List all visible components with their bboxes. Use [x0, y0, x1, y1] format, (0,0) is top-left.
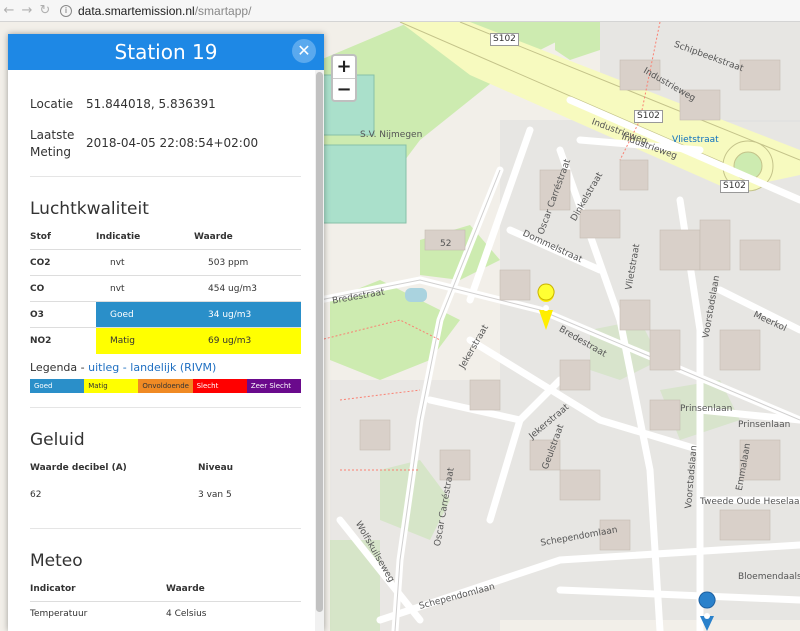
zoom-in-button[interactable]: +: [333, 56, 355, 78]
url-path: /smartapp/: [194, 3, 252, 18]
indication-cell: nvt: [96, 275, 194, 302]
panel-body: Locatie 51.844018, 5.836391 Laatste Meti…: [8, 70, 315, 627]
explanation-link[interactable]: uitleg: [88, 361, 119, 374]
air-quality-table: Stof Indicatie Waarde CO2 nvt 503 ppm CO…: [30, 225, 301, 354]
measurement-label-line1: Laatste: [30, 128, 75, 142]
table-row: 62 3 van 5: [30, 480, 301, 510]
legend-separator: -: [122, 360, 127, 374]
legend-item-matig: Matig: [84, 378, 139, 393]
legend-item-onvoldoende: Onvoldoende: [138, 378, 193, 393]
road-badge: S102: [720, 180, 749, 193]
table-header: Stof Indicatie Waarde: [30, 225, 301, 250]
map-label: Prinsenlaan: [680, 404, 733, 414]
legend-item-goed: Goed: [30, 378, 85, 393]
close-icon[interactable]: ✕: [292, 39, 316, 63]
legend-item-zeer-slecht: Zeer Slecht: [246, 378, 302, 393]
column-header: Waarde: [194, 232, 233, 242]
substance-cell: CO2: [30, 249, 96, 276]
measurement-label-line2: Meting: [30, 145, 71, 159]
table-row: O3 Goed 34 ug/m3: [30, 301, 301, 328]
column-header: Waarde: [166, 583, 205, 594]
substance-cell: CO: [30, 275, 96, 302]
air-quality-title: Luchtkwaliteit: [30, 199, 149, 219]
table-header: Waarde decibel (A) Niveau: [30, 456, 301, 480]
table-header: Indicator Waarde: [30, 577, 301, 602]
substance-cell: NO2: [30, 327, 96, 354]
substance-cell: O3: [30, 301, 96, 328]
value-cell: 503 ppm: [194, 249, 301, 276]
table-row: Temperatuur 4 Celsius: [30, 600, 301, 627]
url-host: data.smartemission.nl: [78, 3, 195, 18]
browser-toolbar: ← → ↻ i data.smartemission.nl/smartapp/: [0, 0, 800, 22]
value-cell: 34 ug/m3: [194, 301, 301, 328]
indicator-cell: Temperatuur: [30, 600, 166, 627]
legend-label: Legenda -: [30, 360, 85, 374]
scroll-thumb[interactable]: [316, 72, 323, 612]
map-label: Vlietstraat: [672, 135, 719, 145]
back-icon[interactable]: ←: [0, 0, 18, 22]
meteo-table: Indicator Waarde Temperatuur 4 Celsius: [30, 577, 301, 627]
measurement-row: Laatste Meting 2018-04-05 22:08:54+02:00: [30, 127, 301, 161]
location-label: Locatie: [30, 97, 74, 111]
noise-title: Geluid: [30, 429, 85, 450]
column-header: Niveau: [198, 462, 234, 473]
indication-cell: Matig: [96, 327, 194, 354]
value-cell: 454 ug/m3: [194, 275, 301, 302]
level-cell: 3 van 5: [198, 489, 232, 500]
map-label: S.V. Nijmegen: [360, 130, 423, 140]
measurement-value: 2018-04-05 22:08:54+02:00: [86, 136, 259, 150]
location-row: Locatie 51.844018, 5.836391: [30, 96, 301, 113]
map-label: Bloemendaalseweg: [738, 572, 800, 582]
table-row: CO nvt 454 ug/m3: [30, 275, 301, 302]
forward-icon[interactable]: →: [18, 0, 36, 22]
legend-line: Legenda - uitleg - landelijk (RIVM): [30, 361, 301, 374]
map-label: 52: [440, 239, 452, 249]
map-label: Tweede Oude Heselaan: [700, 497, 800, 507]
reload-icon[interactable]: ↻: [36, 0, 54, 22]
legend-item-slecht: Slecht: [192, 378, 247, 393]
meteo-title: Meteo: [30, 550, 83, 571]
column-header: Stof: [30, 232, 51, 242]
scrollbar[interactable]: [315, 70, 324, 631]
measurement-label: Laatste Meting: [30, 127, 86, 161]
indication-cell: Goed: [96, 301, 194, 328]
table-row: NO2 Matig 69 ug/m3: [30, 327, 301, 354]
zoom-control: + −: [331, 54, 357, 102]
panel-title: Station 19: [114, 40, 218, 64]
value-cell: 69 ug/m3: [194, 327, 301, 354]
column-header: Waarde decibel (A): [30, 462, 127, 473]
noise-table: Waarde decibel (A) Niveau 62 3 van 5: [30, 456, 301, 510]
zoom-out-button[interactable]: −: [333, 78, 355, 100]
legend-color-bar: Goed Matig Onvoldoende Slecht Zeer Slech…: [30, 378, 302, 393]
rivm-link[interactable]: landelijk (RIVM): [130, 361, 216, 374]
info-icon[interactable]: i: [60, 4, 72, 17]
address-bar[interactable]: i data.smartemission.nl/smartapp/: [60, 3, 251, 19]
indication-cell: nvt: [96, 249, 194, 276]
column-header: Indicator: [30, 583, 76, 594]
road-badge: S102: [634, 110, 663, 123]
meteo-value-cell: 4 Celsius: [166, 600, 301, 627]
panel-header: Station 19 ✕: [8, 34, 324, 70]
column-header: Indicatie: [96, 232, 141, 242]
location-value: 51.844018, 5.836391: [86, 97, 216, 111]
station-panel: Station 19 ✕ Locatie 51.844018, 5.836391…: [8, 34, 324, 631]
decibel-cell: 62: [30, 489, 42, 500]
table-row: CO2 nvt 503 ppm: [30, 249, 301, 276]
map-label: Prinsenlaan: [738, 420, 791, 430]
road-badge: S102: [490, 33, 519, 46]
